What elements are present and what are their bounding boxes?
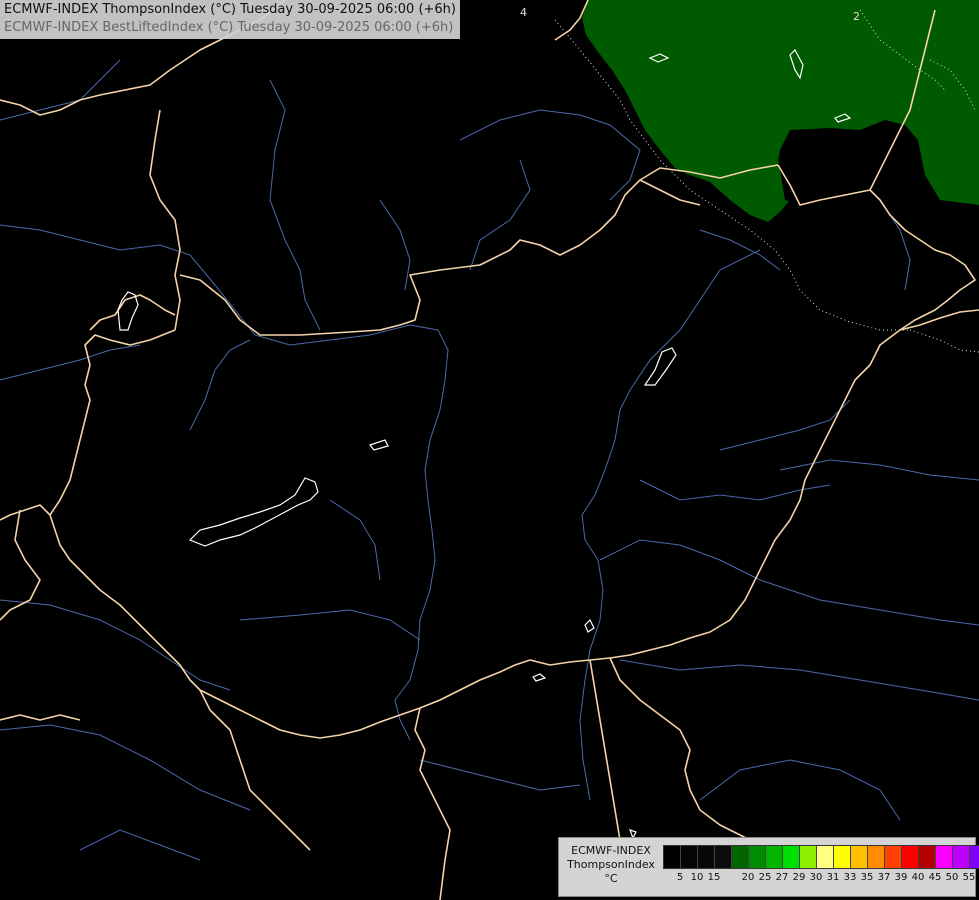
title-best-lifted-index: ECMWF-INDEX BestLiftedIndex (°C) Tuesday… [4, 20, 454, 35]
legend-swatch [885, 846, 902, 868]
legend-swatch [783, 846, 800, 868]
legend-label: ECMWF-INDEX ThompsonIndex °C [561, 844, 661, 886]
contour-label-4: 4 [520, 6, 527, 19]
legend-swatch [851, 846, 868, 868]
colorbar-legend: ECMWF-INDEX ThompsonIndex °C 5 10 15 20 25 27… [558, 837, 979, 897]
map-background [0, 0, 979, 900]
contour-label-2: 2 [853, 10, 860, 23]
legend-unit: °C [604, 872, 618, 885]
legend-tick: 60 [974, 871, 979, 885]
legend-swatch [664, 846, 681, 868]
legend-swatch [868, 846, 885, 868]
map-title-box: ECMWF-INDEX ThompsonIndex (°C) Tuesday 3… [0, 0, 460, 39]
legend-swatch [953, 846, 970, 868]
legend-model: ECMWF-INDEX [571, 844, 651, 857]
legend-variable: ThompsonIndex [567, 858, 655, 871]
map-canvas: 4 2 [0, 0, 979, 900]
legend-swatch [834, 846, 851, 868]
legend-swatch [817, 846, 834, 868]
legend-swatch [970, 846, 979, 868]
legend-swatch [766, 846, 783, 868]
legend-swatch [919, 846, 936, 868]
legend-tick: 15 [707, 872, 721, 883]
legend-swatch [936, 846, 953, 868]
legend-swatch [800, 846, 817, 868]
legend-swatches [663, 845, 979, 869]
legend-swatch [732, 846, 749, 868]
legend-swatch [749, 846, 766, 868]
legend-ticks: 51015202527293031333537394045505560 [663, 871, 979, 885]
title-thompson-index: ECMWF-INDEX ThompsonIndex (°C) Tuesday 3… [4, 2, 456, 17]
legend-swatch [715, 846, 732, 868]
legend-swatch [698, 846, 715, 868]
legend-swatch [902, 846, 919, 868]
legend-swatch [681, 846, 698, 868]
